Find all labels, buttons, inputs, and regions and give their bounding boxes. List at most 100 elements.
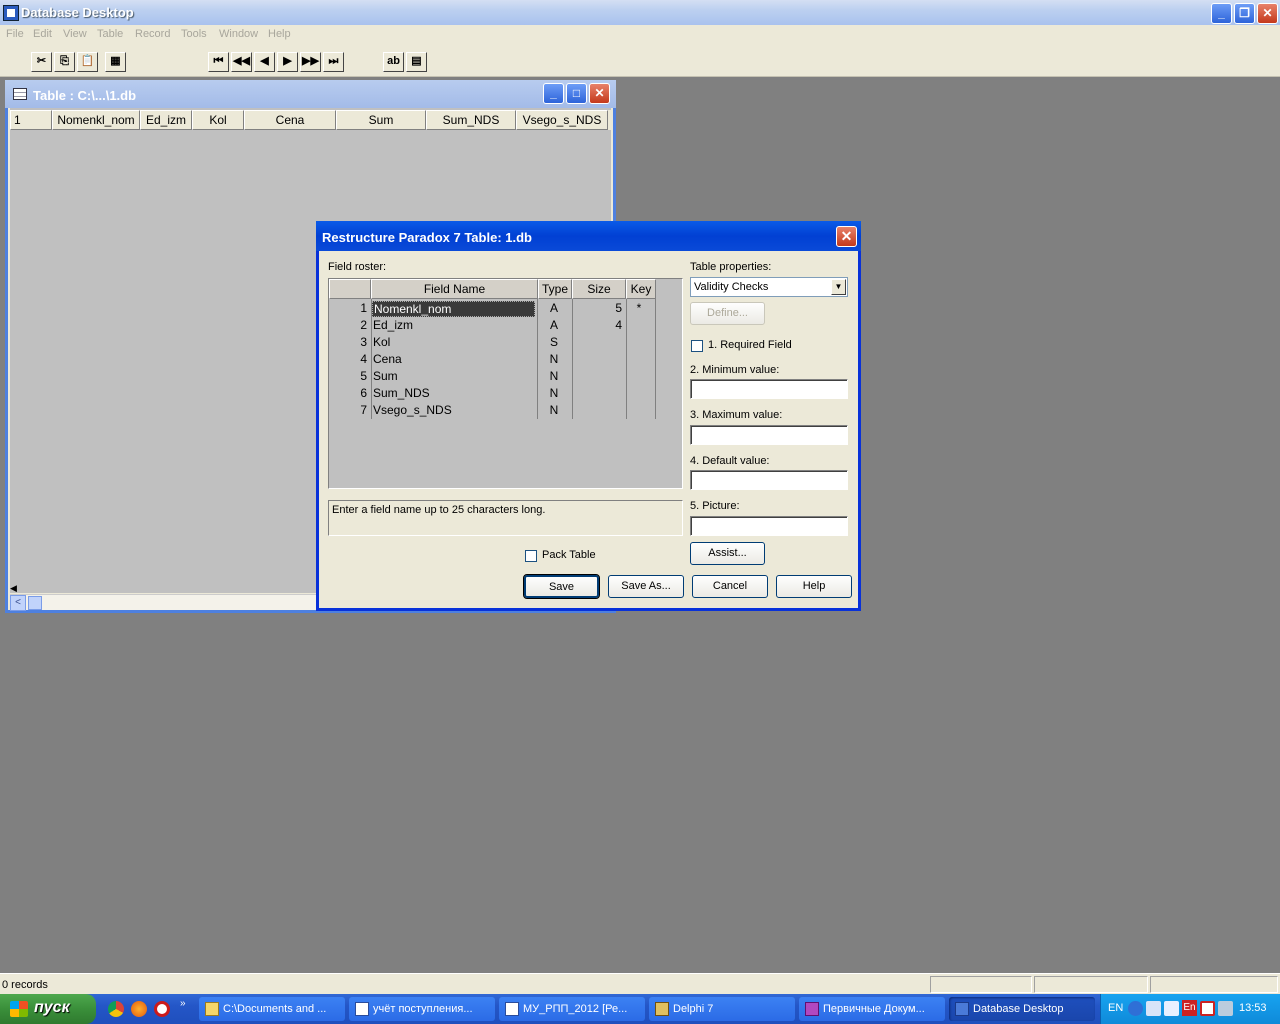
minimize-icon[interactable]: _: [543, 83, 564, 104]
minimum-value-input[interactable]: [690, 379, 848, 399]
prev-set-icon[interactable]: ◀◀: [231, 52, 252, 72]
grid-column-header[interactable]: Kol: [192, 110, 244, 130]
roster-row[interactable]: 5 Sum N: [329, 369, 669, 386]
minimize-icon[interactable]: _: [1211, 3, 1232, 24]
field-name-cell[interactable]: Vsego_s_NDS: [372, 403, 535, 417]
grid-column-header[interactable]: Ed_izm: [140, 110, 192, 130]
grid-column-header[interactable]: 1: [10, 110, 52, 130]
field-name-cell[interactable]: Cena: [372, 352, 535, 366]
table-properties-label: Table properties:: [690, 261, 772, 273]
next-record-icon[interactable]: ▶: [277, 52, 298, 72]
field-name-cell[interactable]: Ed_izm: [372, 318, 535, 332]
edit-data-icon[interactable]: ▤: [406, 52, 427, 72]
scroll-thumb[interactable]: [28, 596, 42, 610]
field-size-cell[interactable]: 5: [574, 301, 622, 315]
start-button[interactable]: пуск: [0, 994, 96, 1024]
field-type-cell[interactable]: N: [539, 369, 569, 383]
close-icon[interactable]: ✕: [836, 226, 857, 247]
field-name-cell[interactable]: Sum_NDS: [372, 386, 535, 400]
next-set-icon[interactable]: ▶▶: [300, 52, 321, 72]
scroll-left-small-icon[interactable]: ◀: [10, 583, 17, 594]
roster-row[interactable]: 6 Sum_NDS N: [329, 386, 669, 403]
menu-record[interactable]: Record: [135, 28, 170, 40]
field-name-cell[interactable]: Nomenkl_nom: [372, 301, 535, 317]
menu-window[interactable]: Window: [219, 28, 258, 40]
maximize-icon[interactable]: □: [566, 83, 587, 104]
task-word-2[interactable]: МУ_РПП_2012 [Ре...: [499, 997, 645, 1021]
chrome-icon[interactable]: [108, 1001, 124, 1017]
field-type-cell[interactable]: N: [539, 386, 569, 400]
restore-icon[interactable]: ❐: [1234, 3, 1255, 24]
required-field-checkbox[interactable]: [691, 340, 703, 352]
keyboard-layout-icon[interactable]: En: [1182, 1000, 1197, 1016]
language-indicator[interactable]: EN: [1108, 1002, 1123, 1014]
field-type-cell[interactable]: N: [539, 352, 569, 366]
roster-row[interactable]: 7 Vsego_s_NDS N: [329, 403, 669, 420]
field-name-cell[interactable]: Sum: [372, 369, 535, 383]
help-button[interactable]: Help: [776, 575, 852, 598]
task-explorer[interactable]: C:\Documents and ...: [199, 997, 345, 1021]
default-value-input[interactable]: [690, 470, 848, 490]
define-button[interactable]: Define...: [690, 302, 765, 325]
grid-column-header[interactable]: Vsego_s_NDS: [516, 110, 608, 130]
maximum-value-input[interactable]: [690, 425, 848, 445]
close-icon[interactable]: ✕: [589, 83, 610, 104]
grid-column-header[interactable]: Sum_NDS: [426, 110, 516, 130]
task-label: учёт поступления...: [373, 1003, 473, 1015]
opera-icon[interactable]: [154, 1001, 170, 1017]
first-record-icon[interactable]: ⏮: [208, 52, 229, 72]
assist-button[interactable]: Assist...: [690, 542, 765, 565]
picture-label: 5. Picture:: [690, 500, 740, 512]
table-properties-select[interactable]: Validity Checks ▼: [690, 277, 848, 297]
task-database-desktop[interactable]: Database Desktop: [949, 997, 1095, 1021]
roster-row[interactable]: 1 Nomenkl_nom A 5 *: [329, 301, 669, 318]
copy-icon[interactable]: ⎘: [54, 52, 75, 72]
roster-row[interactable]: 2 Ed_izm A 4: [329, 318, 669, 335]
menu-help[interactable]: Help: [268, 28, 291, 40]
tray-expand-icon[interactable]: [1128, 1001, 1143, 1016]
menu-table[interactable]: Table: [97, 28, 123, 40]
horizontal-scrollbar[interactable]: <: [10, 594, 320, 611]
firefox-icon[interactable]: [131, 1001, 147, 1017]
field-key-cell[interactable]: *: [629, 301, 649, 315]
field-name-cell[interactable]: Kol: [372, 335, 535, 349]
field-roster[interactable]: Field Name Type Size Key 1 Nomenkl_nom A…: [328, 278, 683, 489]
network-icon[interactable]: [1146, 1001, 1161, 1016]
task-delphi[interactable]: Delphi 7: [649, 997, 795, 1021]
field-size-cell[interactable]: 4: [574, 318, 622, 332]
save-button[interactable]: Save: [523, 574, 600, 599]
menu-view[interactable]: View: [63, 28, 87, 40]
field-type-cell[interactable]: N: [539, 403, 569, 417]
record-count: 0 records: [2, 979, 48, 991]
antivirus-icon[interactable]: [1200, 1001, 1215, 1016]
menu-edit[interactable]: Edit: [33, 28, 52, 40]
restructure-icon[interactable]: ▦: [105, 52, 126, 72]
close-icon[interactable]: ✕: [1257, 3, 1278, 24]
grid-column-header[interactable]: Cena: [244, 110, 336, 130]
chevron-down-icon[interactable]: ▼: [831, 279, 846, 295]
cancel-button[interactable]: Cancel: [692, 575, 768, 598]
prev-record-icon[interactable]: ◀: [254, 52, 275, 72]
cut-icon[interactable]: ✂: [31, 52, 52, 72]
field-type-cell[interactable]: A: [539, 301, 569, 315]
menu-file[interactable]: File: [6, 28, 24, 40]
field-type-cell[interactable]: A: [539, 318, 569, 332]
picture-input[interactable]: [690, 516, 848, 536]
field-view-icon[interactable]: ab: [383, 52, 404, 72]
pack-table-checkbox[interactable]: [525, 550, 537, 562]
last-record-icon[interactable]: ⏭: [323, 52, 344, 72]
grid-column-header[interactable]: Nomenkl_nom: [52, 110, 140, 130]
quicklaunch-more-icon[interactable]: »: [180, 998, 186, 1009]
task-documents[interactable]: Первичные Докум...: [799, 997, 945, 1021]
monitor-icon[interactable]: [1218, 1001, 1233, 1016]
roster-row[interactable]: 3 Kol S: [329, 335, 669, 352]
field-type-cell[interactable]: S: [539, 335, 569, 349]
skype-icon[interactable]: [1164, 1001, 1179, 1016]
save-as-button[interactable]: Save As...: [608, 575, 684, 598]
task-word-1[interactable]: учёт поступления...: [349, 997, 495, 1021]
roster-row[interactable]: 4 Cena N: [329, 352, 669, 369]
scroll-left-icon[interactable]: <: [10, 595, 26, 611]
paste-icon[interactable]: 📋: [77, 52, 98, 72]
grid-column-header[interactable]: Sum: [336, 110, 426, 130]
menu-tools[interactable]: Tools: [181, 28, 207, 40]
